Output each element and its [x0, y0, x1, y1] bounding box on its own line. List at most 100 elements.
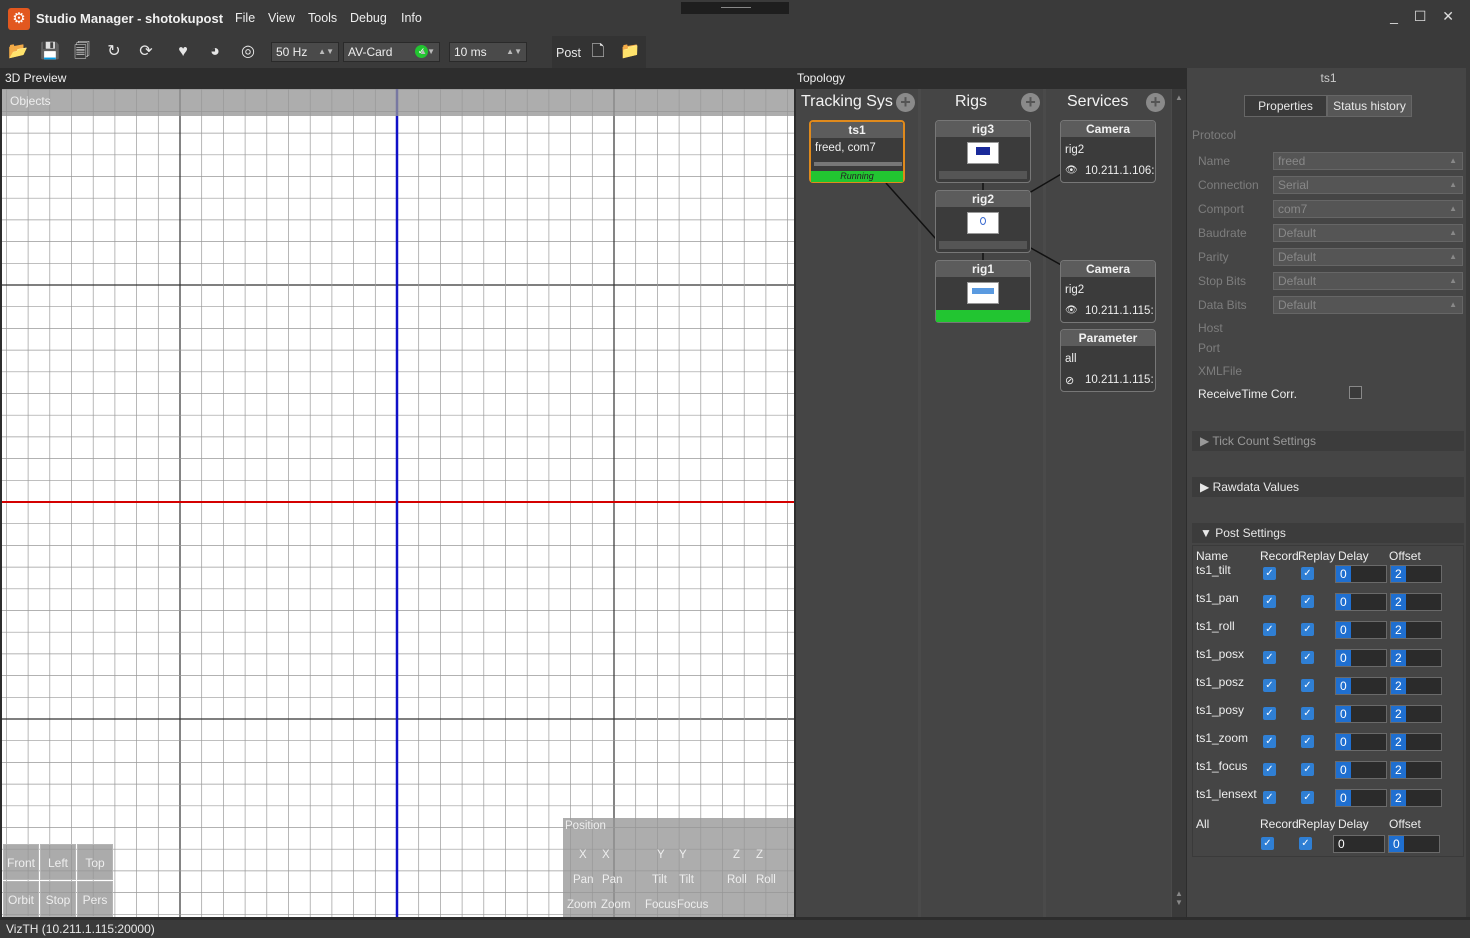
replay-checkbox[interactable]: ✓ — [1301, 623, 1314, 636]
offset-input[interactable]: 2 — [1390, 789, 1442, 807]
delay-all-input[interactable]: 0 — [1333, 835, 1385, 853]
offset-input[interactable]: 2 — [1390, 733, 1442, 751]
record-all-checkbox[interactable]: ✓ — [1261, 837, 1274, 850]
replay-checkbox[interactable]: ✓ — [1301, 567, 1314, 580]
sync-icon[interactable]: ↻ — [104, 42, 124, 62]
delay-input[interactable]: 0 — [1335, 789, 1387, 807]
offset-input[interactable]: 2 — [1390, 761, 1442, 779]
delay-select[interactable]: 10 ms ▲▼ — [449, 42, 527, 62]
properties-header: ts1 — [1320, 71, 1337, 85]
record-checkbox[interactable]: ✓ — [1263, 651, 1276, 664]
pie-chart-icon[interactable]: ◕ — [205, 42, 225, 62]
field-label: Data Bits — [1198, 298, 1247, 312]
topology-panel: Tracking Sys + Rigs + Services + ts1 fre… — [796, 89, 1186, 917]
tab-status-history[interactable]: Status history — [1327, 95, 1412, 117]
service-node-camera-2[interactable]: Camera rig2 👁 10.211.1.115: — [1060, 260, 1156, 323]
record-checkbox[interactable]: ✓ — [1263, 679, 1276, 692]
service-node-parameter[interactable]: Parameter all ⊘ 10.211.1.115: — [1060, 329, 1156, 392]
tick-count-section[interactable]: ▶ Tick Count Settings — [1192, 431, 1464, 451]
row-name: ts1_pan — [1196, 591, 1239, 605]
rig-node-rig2[interactable]: rig2 — [935, 190, 1031, 253]
rawdata-section[interactable]: ▶ Rawdata Values — [1192, 477, 1464, 497]
delay-input[interactable]: 0 — [1335, 761, 1387, 779]
new-post-icon[interactable]: 🗋 — [588, 42, 608, 62]
view-left-button[interactable]: Left — [40, 844, 76, 880]
comport-select[interactable]: com7 ▲ — [1273, 200, 1463, 218]
record-checkbox[interactable]: ✓ — [1263, 623, 1276, 636]
offset-input[interactable]: 2 — [1390, 649, 1442, 667]
view-orbit-button[interactable]: Orbit — [3, 881, 39, 917]
data-bits-select[interactable]: Default ▲ — [1273, 296, 1463, 314]
delay-input[interactable]: 0 — [1335, 733, 1387, 751]
save-all-icon[interactable]: 🗐 — [72, 42, 92, 62]
field-value: 0 — [1336, 566, 1351, 582]
open-folder-icon[interactable]: 📂 — [8, 42, 28, 62]
view-stop-button[interactable]: Stop — [40, 881, 76, 917]
menu-tools[interactable]: Tools — [308, 11, 337, 25]
rig-node-rig3[interactable]: rig3 — [935, 120, 1031, 183]
offset-input[interactable]: 2 — [1390, 621, 1442, 639]
service-node-camera-1[interactable]: Camera rig2 👁 10.211.1.106: — [1060, 120, 1156, 183]
delay-input[interactable]: 0 — [1335, 621, 1387, 639]
delay-input[interactable]: 0 — [1335, 677, 1387, 695]
receive-time-checkbox[interactable] — [1349, 386, 1362, 399]
axis-label: Focus — [645, 899, 677, 911]
tracking-node-ts1[interactable]: ts1 freed, com7 Running — [809, 120, 905, 183]
properties-scrollbar[interactable] — [1466, 68, 1470, 917]
card-select[interactable]: AV-Card ✓ ▲▼ — [343, 42, 440, 62]
menu-file[interactable]: File — [235, 11, 255, 25]
stop-bits-select[interactable]: Default ▲ — [1273, 272, 1463, 290]
parity-select[interactable]: Default ▲ — [1273, 248, 1463, 266]
window-controls[interactable]: _ ☐ ✕ — [1390, 8, 1460, 25]
replay-all-checkbox[interactable]: ✓ — [1299, 837, 1312, 850]
menu-debug[interactable]: Debug — [350, 11, 387, 25]
rig-node-rig1[interactable]: rig1 — [935, 260, 1031, 323]
row-name: ts1_roll — [1196, 619, 1235, 633]
replay-checkbox[interactable]: ✓ — [1301, 707, 1314, 720]
save-icon[interactable]: 💾 — [40, 42, 60, 62]
connection-select[interactable]: Serial ▲ — [1273, 176, 1463, 194]
objects-bar[interactable]: Objects — [2, 89, 794, 116]
record-checkbox[interactable]: ✓ — [1263, 791, 1276, 804]
target-icon[interactable]: ◎ — [238, 42, 258, 62]
heart-icon[interactable]: ♥ — [173, 42, 193, 62]
tab-properties[interactable]: Properties — [1244, 95, 1327, 117]
scroll-down-icon[interactable]: ▲ ▼ — [1175, 889, 1183, 907]
delay-input[interactable]: 0 — [1335, 593, 1387, 611]
record-checkbox[interactable]: ✓ — [1263, 567, 1276, 580]
scroll-up-icon[interactable]: ▲ — [1175, 93, 1183, 102]
post-settings-section[interactable]: ▼ Post Settings — [1192, 523, 1464, 543]
replay-checkbox[interactable]: ✓ — [1301, 651, 1314, 664]
record-checkbox[interactable]: ✓ — [1263, 595, 1276, 608]
view-front-button[interactable]: Front — [3, 844, 39, 880]
menu-view[interactable]: View — [268, 11, 295, 25]
view-top-button[interactable]: Top — [77, 844, 113, 880]
offset-input[interactable]: 2 — [1390, 705, 1442, 723]
offset-input[interactable]: 2 — [1390, 593, 1442, 611]
window-grab-handle[interactable] — [681, 2, 789, 14]
offset-all-input[interactable]: 0 — [1388, 835, 1440, 853]
name-field[interactable]: freed ▲ — [1273, 152, 1463, 170]
offset-input[interactable]: 2 — [1390, 565, 1442, 583]
delay-input[interactable]: 0 — [1335, 705, 1387, 723]
replay-checkbox[interactable]: ✓ — [1301, 763, 1314, 776]
replay-checkbox[interactable]: ✓ — [1301, 679, 1314, 692]
offset-input[interactable]: 2 — [1390, 677, 1442, 695]
view-pers-button[interactable]: Pers — [77, 881, 113, 917]
replay-checkbox[interactable]: ✓ — [1301, 595, 1314, 608]
3d-preview-viewport[interactable]: Objects Front Left Top Orbit Stop Pers P… — [2, 89, 794, 917]
menu-info[interactable]: Info — [401, 11, 422, 25]
baudrate-select[interactable]: Default ▲ — [1273, 224, 1463, 242]
replay-checkbox[interactable]: ✓ — [1301, 735, 1314, 748]
record-checkbox[interactable]: ✓ — [1263, 707, 1276, 720]
delay-input[interactable]: 0 — [1335, 649, 1387, 667]
topology-scrollbar[interactable]: ▲ ▲ ▼ — [1172, 89, 1186, 917]
replay-checkbox[interactable]: ✓ — [1301, 791, 1314, 804]
refresh-icon[interactable]: ⟳ — [136, 42, 156, 62]
record-checkbox[interactable]: ✓ — [1263, 763, 1276, 776]
open-post-folder-icon[interactable]: 📁 — [620, 42, 640, 62]
node-title: rig2 — [936, 191, 1030, 207]
rate-select[interactable]: 50 Hz ▲▼ — [271, 42, 339, 62]
delay-input[interactable]: 0 — [1335, 565, 1387, 583]
record-checkbox[interactable]: ✓ — [1263, 735, 1276, 748]
